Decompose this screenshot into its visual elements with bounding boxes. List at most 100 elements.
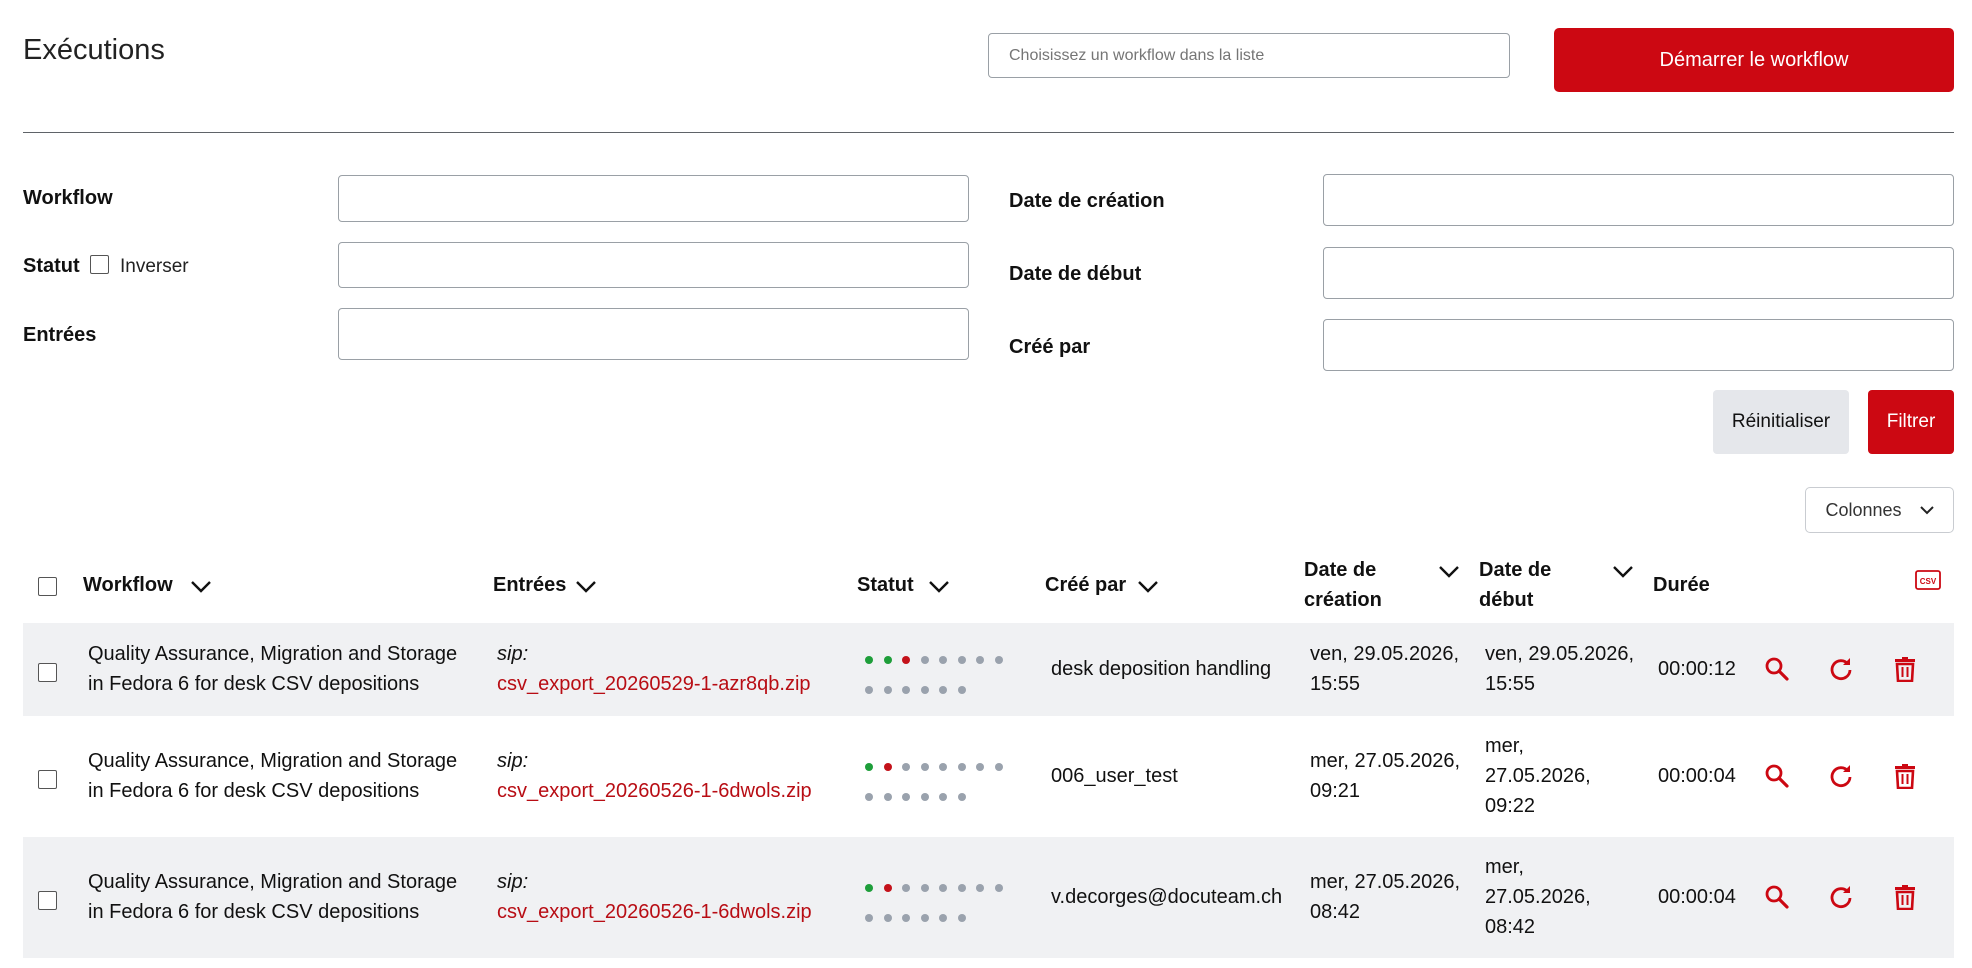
row-created-date-line2: 15:55 — [1310, 673, 1361, 695]
search-icon[interactable] — [1764, 763, 1790, 789]
row-created-date-line1: mer, 27.05.2026, — [1310, 750, 1461, 772]
row-input-file-link[interactable]: csv_export_20260526-1-6dwols.zip — [497, 776, 812, 806]
col-header-workflow[interactable]: Workflow — [83, 570, 173, 600]
status-dot-grey — [939, 656, 947, 664]
col-header-duration: Durée — [1653, 574, 1710, 596]
row-input-type: sip: — [497, 871, 529, 893]
refresh-icon[interactable] — [1828, 884, 1854, 910]
status-dot-grey — [920, 793, 929, 801]
filter-inputs-input[interactable] — [338, 308, 969, 360]
status-dot-grey — [920, 763, 929, 771]
filter-status-label: Statut — [23, 255, 80, 277]
chevron-down-icon[interactable] — [190, 580, 212, 594]
row-created-date: mer, 27.05.2026, 08:42 — [1310, 867, 1460, 927]
status-dot-grey — [883, 793, 892, 801]
row-created-by: desk deposition handling — [1051, 658, 1272, 680]
row-duration: 00:00:12 — [1658, 658, 1736, 680]
status-dot-grey — [957, 656, 966, 664]
invert-label: Inverser — [120, 256, 189, 277]
invert-checkbox[interactable] — [90, 255, 109, 274]
row-workflow-line2: in Fedora 6 for desk CSV depositions — [88, 780, 420, 802]
trash-icon[interactable] — [1892, 656, 1918, 682]
row-created-date: ven, 29.05.2026, 15:55 — [1310, 639, 1459, 699]
row-workflow-line1: Quality Assurance, Migration and Storage — [88, 750, 458, 772]
columns-dropdown-button[interactable]: Colonnes — [1805, 487, 1954, 533]
chevron-down-icon[interactable] — [1438, 565, 1460, 579]
status-dot-grey — [976, 763, 984, 771]
chevron-down-icon[interactable] — [928, 580, 950, 594]
filter-inputs-label: Entrées — [23, 324, 97, 346]
row-checkbox[interactable] — [38, 663, 57, 682]
search-icon[interactable] — [1764, 656, 1790, 682]
status-dot-grey — [957, 793, 966, 801]
filter-created-date-input[interactable] — [1323, 174, 1954, 226]
table-row: Quality Assurance, Migration and Storage… — [23, 716, 1954, 837]
row-start-date: mer, 27.05.2026, 09:22 — [1485, 731, 1591, 821]
row-inputs: sip: csv_export_20260526-1-6dwols.zip — [497, 867, 812, 927]
status-dot-grey — [865, 793, 873, 801]
refresh-icon[interactable] — [1828, 763, 1854, 789]
status-dot-grey — [939, 686, 947, 694]
filter-created-by-input[interactable] — [1323, 319, 1954, 371]
filter-start-date-input[interactable] — [1323, 247, 1954, 299]
col-header-created-by[interactable]: Créé par — [1045, 570, 1126, 600]
status-dot-grey — [994, 763, 1003, 771]
chevron-down-icon — [1919, 505, 1934, 514]
csv-icon[interactable]: CSV — [1915, 570, 1941, 590]
filter-created-date-label: Date de création — [1009, 190, 1165, 212]
col-header-status[interactable]: Statut — [857, 570, 914, 600]
status-dot-grey — [902, 763, 910, 771]
chevron-down-icon[interactable] — [1137, 580, 1159, 594]
trash-icon[interactable] — [1892, 763, 1918, 789]
status-dot-green — [865, 884, 873, 892]
col-header-created-date-line1: Date de — [1304, 559, 1377, 581]
status-dot-grey — [957, 914, 966, 922]
workflow-select-input[interactable] — [988, 33, 1510, 78]
row-inputs: sip: csv_export_20260526-1-6dwols.zip — [497, 746, 812, 806]
status-dot-grey — [976, 656, 984, 664]
table-row: Quality Assurance, Migration and Storage… — [23, 623, 1954, 716]
status-dot-green — [865, 763, 873, 771]
filter-status-input[interactable] — [338, 242, 969, 288]
search-icon[interactable] — [1764, 884, 1790, 910]
row-checkbox[interactable] — [38, 891, 57, 910]
row-start-date-line2: 15:55 — [1485, 673, 1536, 695]
filter-workflow-label: Workflow — [23, 187, 113, 209]
filter-workflow-input[interactable] — [338, 175, 969, 222]
select-all-checkbox[interactable] — [38, 577, 57, 596]
refresh-icon[interactable] — [1828, 656, 1854, 682]
status-dot-grey — [902, 686, 910, 694]
col-header-inputs[interactable]: Entrées — [493, 570, 566, 600]
row-workflow: Quality Assurance, Migration and Storage… — [88, 867, 457, 927]
start-workflow-button[interactable]: Démarrer le workflow — [1554, 28, 1954, 92]
row-input-file-link[interactable]: csv_export_20260529-1-azr8qb.zip — [497, 669, 811, 699]
status-dot-grey — [939, 884, 947, 892]
chevron-down-icon[interactable] — [1612, 565, 1634, 579]
status-dot-grey — [920, 656, 929, 664]
col-header-created-date-line2: création — [1304, 589, 1382, 611]
row-start-date: mer, 27.05.2026, 08:42 — [1485, 852, 1591, 942]
status-dot-grey — [939, 793, 947, 801]
reset-button[interactable]: Réinitialiser — [1713, 390, 1849, 454]
row-checkbox[interactable] — [38, 770, 57, 789]
status-dots — [865, 758, 1015, 801]
row-created-date-line2: 08:42 — [1310, 901, 1361, 923]
status-dot-green — [883, 656, 892, 664]
row-created-date-line1: mer, 27.05.2026, — [1310, 871, 1461, 893]
row-input-type: sip: — [497, 750, 529, 772]
filter-start-date-label: Date de début — [1009, 263, 1142, 285]
status-dot-grey — [939, 763, 947, 771]
status-dot-grey — [902, 793, 910, 801]
status-dot-grey — [883, 914, 892, 922]
trash-icon[interactable] — [1892, 884, 1918, 910]
filter-button[interactable]: Filtrer — [1868, 390, 1954, 454]
status-dot-grey — [994, 884, 1003, 892]
chevron-down-icon[interactable] — [575, 580, 597, 594]
row-workflow-line1: Quality Assurance, Migration and Storage — [88, 643, 458, 665]
col-header-created-date[interactable]: Date de création — [1304, 555, 1382, 615]
col-header-start-date[interactable]: Date de début — [1479, 555, 1551, 615]
row-start-date: ven, 29.05.2026, 15:55 — [1485, 639, 1634, 699]
status-dot-red — [883, 763, 892, 771]
row-input-file-link[interactable]: csv_export_20260526-1-6dwols.zip — [497, 897, 812, 927]
row-start-date-line1: mer, — [1485, 856, 1524, 878]
